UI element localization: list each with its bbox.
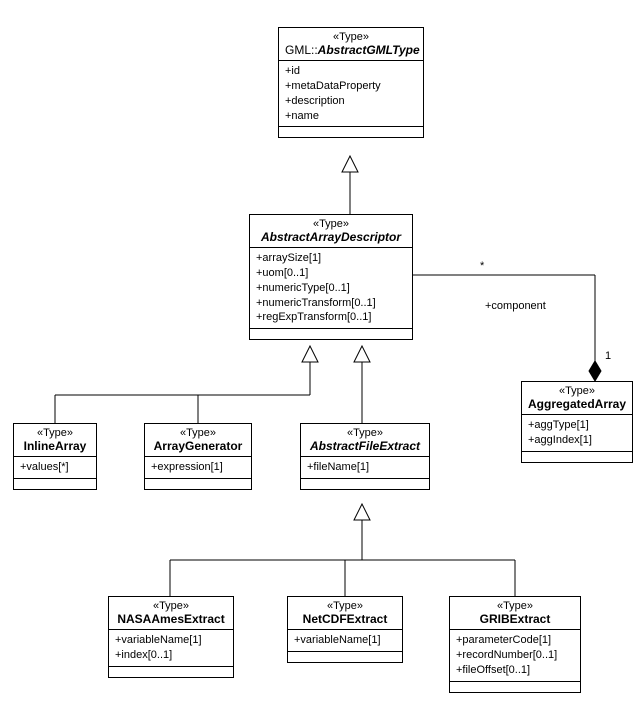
class-name: NetCDFExtract [294, 612, 396, 626]
class-header: «Type» ArrayGenerator [145, 424, 251, 457]
attr: +variableName[1] [115, 633, 227, 648]
class-netcdf-extract: «Type» NetCDFExtract +variableName[1] [287, 596, 403, 663]
attrs-compartment: +aggType[1] +aggIndex[1] [522, 415, 632, 452]
empty-compartment [145, 479, 251, 489]
empty-compartment [522, 452, 632, 462]
stereotype-label: «Type» [115, 600, 227, 612]
attrs-compartment: +variableName[1] [288, 630, 402, 652]
attrs-compartment: +variableName[1] +index[0..1] [109, 630, 233, 667]
stereotype-label: «Type» [294, 600, 396, 612]
multiplicity-star: * [480, 260, 484, 272]
class-abstract-gml-type: «Type» GML::AbstractGMLType +id +metaDat… [278, 27, 424, 138]
attr: +metaDataProperty [285, 79, 417, 94]
class-abstract-file-extract: «Type» AbstractFileExtract +fileName[1] [300, 423, 430, 490]
attr: +index[0..1] [115, 648, 227, 663]
attr: +numericTransform[0..1] [256, 296, 406, 311]
attr: +regExpTransform[0..1] [256, 310, 406, 325]
stereotype-label: «Type» [256, 218, 406, 230]
attr: +name [285, 109, 417, 124]
attr: +arraySize[1] [256, 251, 406, 266]
attr: +fileName[1] [307, 460, 423, 475]
empty-compartment [301, 479, 429, 489]
empty-compartment [250, 329, 412, 339]
attr: +fileOffset[0..1] [456, 663, 574, 678]
attr: +numericType[0..1] [256, 281, 406, 296]
class-header: «Type» AggregatedArray [522, 382, 632, 415]
attrs-compartment: +id +metaDataProperty +description +name [279, 61, 423, 127]
class-header: «Type» NetCDFExtract [288, 597, 402, 630]
attr: +aggType[1] [528, 418, 626, 433]
class-header: «Type» NASAAmesExtract [109, 597, 233, 630]
class-header: «Type» AbstractArrayDescriptor [250, 215, 412, 248]
empty-compartment [288, 652, 402, 662]
class-header: «Type» InlineArray [14, 424, 96, 457]
attr: +parameterCode[1] [456, 633, 574, 648]
stereotype-label: «Type» [307, 427, 423, 439]
class-name: AbstractArrayDescriptor [256, 230, 406, 244]
attr: +values[*] [20, 460, 90, 475]
class-header: «Type» GML::AbstractGMLType [279, 28, 423, 61]
attrs-compartment: +parameterCode[1] +recordNumber[0..1] +f… [450, 630, 580, 682]
class-name: GML::AbstractGMLType [285, 43, 417, 57]
stereotype-label: «Type» [151, 427, 245, 439]
class-array-generator: «Type» ArrayGenerator +expression[1] [144, 423, 252, 490]
multiplicity-one: 1 [605, 350, 611, 362]
attr: +id [285, 64, 417, 79]
empty-compartment [450, 682, 580, 692]
stereotype-label: «Type» [285, 31, 417, 43]
attr: +aggIndex[1] [528, 433, 626, 448]
class-name-prefix: GML:: [285, 43, 318, 57]
class-name: NASAAmesExtract [115, 612, 227, 626]
class-name: AggregatedArray [528, 397, 626, 411]
class-inline-array: «Type» InlineArray +values[*] [13, 423, 97, 490]
attr: +recordNumber[0..1] [456, 648, 574, 663]
attrs-compartment: +arraySize[1] +uom[0..1] +numericType[0.… [250, 248, 412, 329]
class-nasa-ames-extract: «Type» NASAAmesExtract +variableName[1] … [108, 596, 234, 678]
class-grib-extract: «Type» GRIBExtract +parameterCode[1] +re… [449, 596, 581, 693]
class-name-text: AbstractGMLType [318, 43, 420, 57]
class-name: GRIBExtract [456, 612, 574, 626]
association-role: +component [485, 300, 546, 312]
attrs-compartment: +values[*] [14, 457, 96, 479]
empty-compartment [14, 479, 96, 489]
stereotype-label: «Type» [456, 600, 574, 612]
attrs-compartment: +expression[1] [145, 457, 251, 479]
attr: +description [285, 94, 417, 109]
class-name: AbstractFileExtract [307, 439, 423, 453]
class-abstract-array-descriptor: «Type» AbstractArrayDescriptor +arraySiz… [249, 214, 413, 340]
empty-compartment [109, 667, 233, 677]
empty-compartment [279, 127, 423, 137]
class-name: InlineArray [20, 439, 90, 453]
attr: +uom[0..1] [256, 266, 406, 281]
attr: +expression[1] [151, 460, 245, 475]
class-header: «Type» AbstractFileExtract [301, 424, 429, 457]
stereotype-label: «Type» [528, 385, 626, 397]
class-name: ArrayGenerator [151, 439, 245, 453]
stereotype-label: «Type» [20, 427, 90, 439]
attr: +variableName[1] [294, 633, 396, 648]
class-aggregated-array: «Type» AggregatedArray +aggType[1] +aggI… [521, 381, 633, 463]
attrs-compartment: +fileName[1] [301, 457, 429, 479]
class-header: «Type» GRIBExtract [450, 597, 580, 630]
uml-diagram: «Type» GML::AbstractGMLType +id +metaDat… [0, 0, 639, 702]
